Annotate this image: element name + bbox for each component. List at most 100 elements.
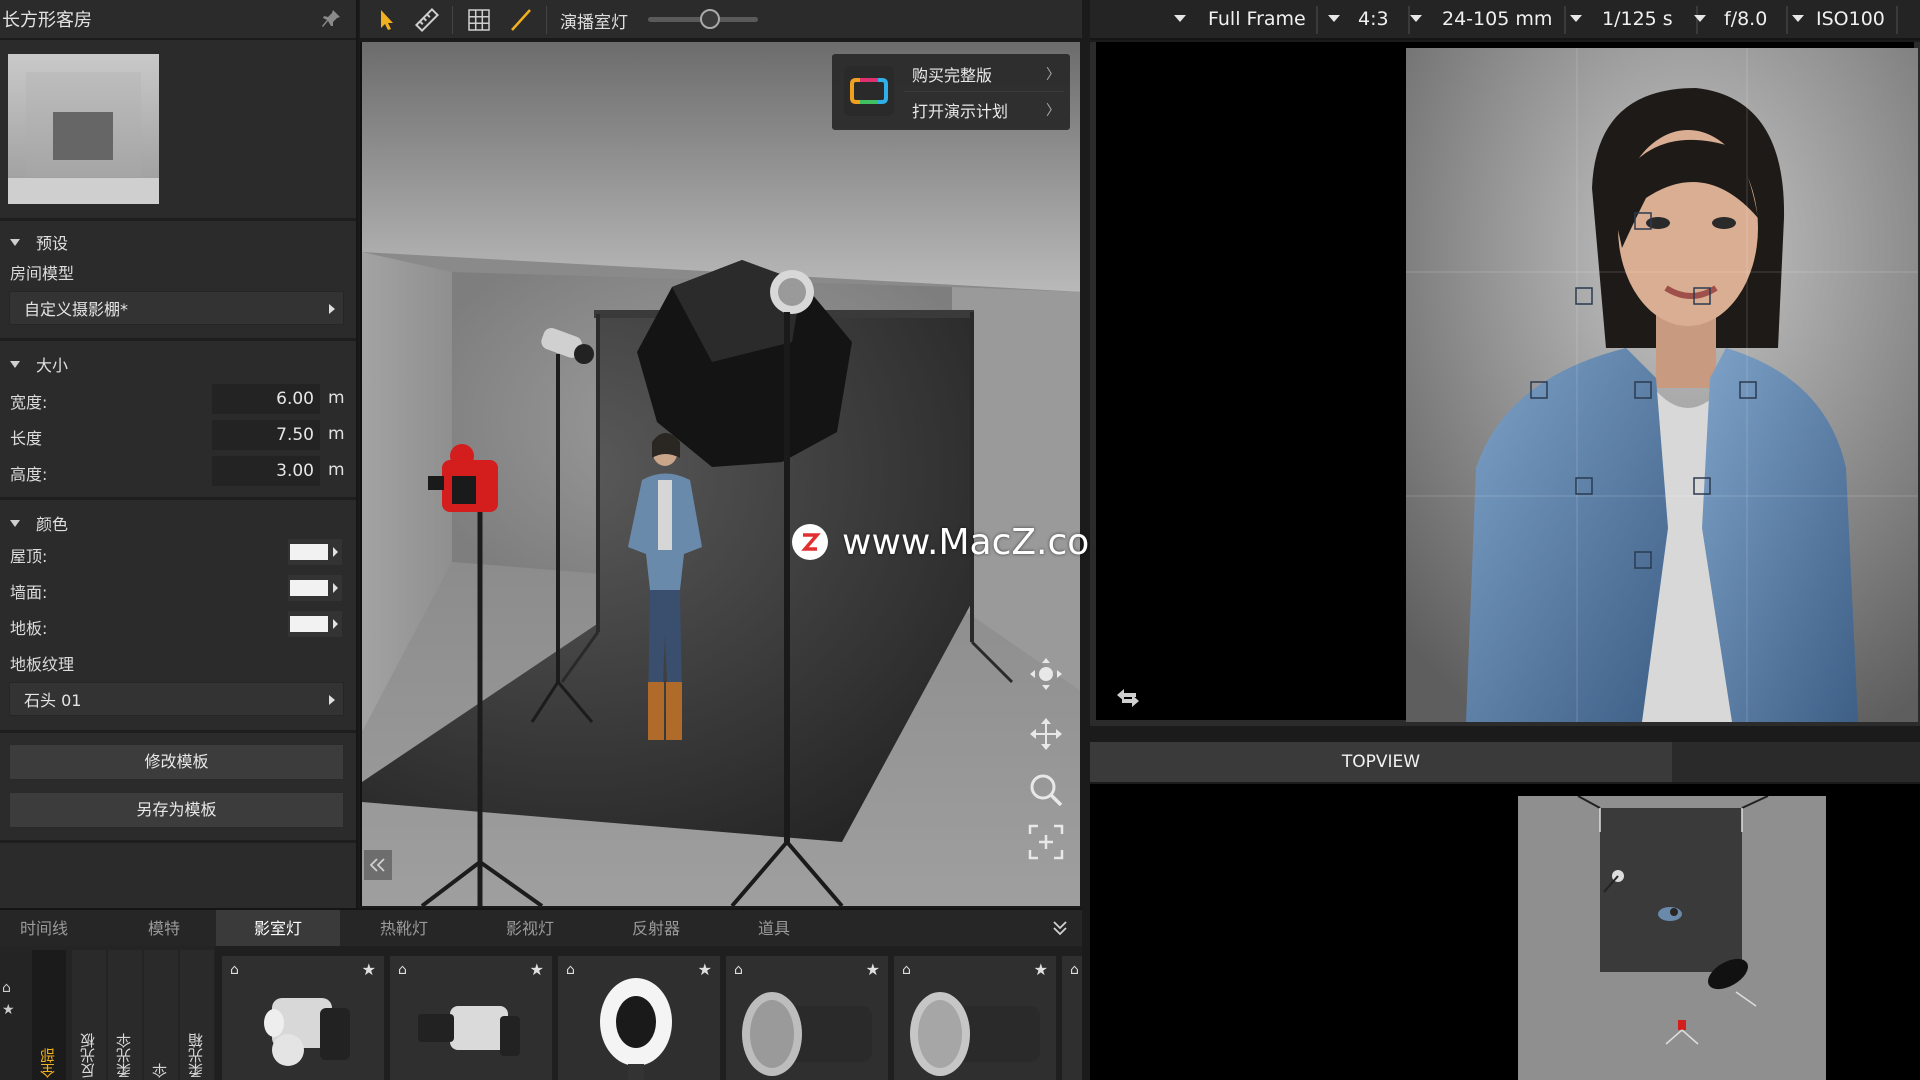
light-library: ⌂ ★ 全部 反光板 柔光伞 伞 柔光箱 ⌂ ★ ⌂ ★ ⌂ ★ ⌂ ★ ⌂ ★… [0,946,1082,1080]
floor-color-label: 地板: [10,619,48,638]
library-item-strobe-black[interactable]: ⌂ ★ [390,956,552,1080]
room-model-label: 房间模型 [10,264,75,283]
library-tab-bar: 时间线 模特 影室灯 热靴灯 影视灯 反射器 道具 [0,908,1082,948]
preset-section-header[interactable]: 预设 [10,230,68,254]
tab-timeline[interactable]: 时间线 [0,910,88,948]
floor-texture-dropdown[interactable]: 石头 01 [9,682,344,716]
pan-move-icon[interactable] [1026,714,1066,754]
3d-viewport[interactable]: 购买完整版〉 打开演示计划〉 [360,42,1080,906]
tab-props[interactable]: 道具 [722,910,826,948]
category-reflector-board[interactable]: 反光板 [72,950,106,1080]
library-item-reflector-dish-2[interactable]: ⌂ ★ [894,956,1056,1080]
star-icon[interactable]: ★ [2,1002,15,1018]
favorite-star-icon[interactable]: ★ [362,960,376,979]
width-unit: m [328,388,345,408]
library-item-ring-light[interactable]: ⌂ ★ [558,956,720,1080]
watermark-text: www.MacZ.com [842,521,1125,563]
favorite-star-icon[interactable]: ★ [530,960,544,979]
width-input[interactable]: 6.00 [212,384,320,414]
category-diffuser-umbrella[interactable]: 柔光伞 [108,950,142,1080]
chevron-right-icon: 〉 [1046,103,1060,119]
open-demo-plan-link[interactable]: 打开演示计划〉 [904,92,1064,128]
collapse-triangle-icon [10,519,20,527]
panel-title: 长方形客房 [2,10,92,31]
length-unit: m [328,424,345,444]
aspect-dropdown-icon[interactable] [1328,15,1340,22]
studio-light-slider-knob[interactable] [700,9,720,29]
size-section-header[interactable]: 大小 [10,352,68,376]
frame-focus-icon[interactable] [1026,822,1066,862]
height-input[interactable]: 3.00 [212,456,320,486]
camera-settings-bar: Full Frame 4:3 24-105 mm 1/125 s f/8.0 I… [1090,0,1920,40]
camera-photo-preview [1406,48,1918,722]
lens-dropdown-icon[interactable] [1410,15,1422,22]
ruler-icon[interactable] [414,7,440,33]
home-icon: ⌂ [398,962,407,978]
room-model-dropdown[interactable]: 自定义摄影棚* [9,291,344,325]
tab-models[interactable]: 模特 [110,910,218,948]
wall-color-label: 墙面: [10,583,48,602]
top-view-panel[interactable] [1090,784,1920,1080]
home-icon: ⌂ [230,962,239,978]
home-icon[interactable]: ⌂ [2,980,11,996]
edit-template-button[interactable]: 修改模板 [9,744,344,780]
ceiling-color-swatch[interactable] [288,539,342,565]
shutter-dropdown-icon[interactable] [1570,15,1582,22]
app-logo-icon [844,66,894,116]
camera-preview[interactable] [1090,42,1920,726]
orbit-icon[interactable] [1026,654,1066,694]
shutter-speed-select[interactable]: 1/125 s [1602,0,1673,38]
pin-icon[interactable] [320,8,342,30]
swap-view-icon[interactable] [1114,686,1142,710]
home-icon: ⌂ [1070,962,1079,978]
aperture-select[interactable]: f/8.0 [1724,0,1767,38]
home-icon: ⌂ [902,962,911,978]
favorite-star-icon[interactable]: ★ [698,960,712,979]
category-all[interactable]: 全部 [32,950,66,1080]
studio-scene-render [362,42,1080,906]
category-softbox[interactable]: 柔光箱 [180,950,214,1080]
floor-color-swatch[interactable] [288,611,342,637]
library-item-reflector-dish-1[interactable]: ⌂ ★ [726,956,888,1080]
iso-dropdown-icon[interactable] [1792,15,1804,22]
tab-topview[interactable]: TOPVIEW [1090,742,1672,782]
width-label: 宽度: [10,393,48,412]
category-umbrella[interactable]: 伞 [144,950,178,1080]
strobe-white-image [264,998,350,1066]
tab-video-lights[interactable]: 影视灯 [478,910,582,948]
save-as-template-button[interactable]: 另存为模板 [9,792,344,828]
collapse-triangle-icon [10,238,20,246]
collapse-triangle-icon [10,360,20,368]
grid-icon[interactable] [466,7,492,33]
tab-speedlights[interactable]: 热靴灯 [350,910,458,948]
reflector-dish-image [742,992,872,1076]
collapse-panel-button[interactable] [364,850,392,880]
aspect-ratio-select[interactable]: 4:3 [1358,0,1389,38]
zoom-magnifier-icon[interactable] [1026,770,1066,810]
light-beam-icon[interactable] [508,7,534,33]
room-thumbnail[interactable] [8,54,159,204]
library-item-partial[interactable]: ⌂ [1062,956,1082,1080]
panel-title-bar: 长方形客房 [0,0,356,40]
sensor-format-select[interactable]: Full Frame [1208,0,1306,38]
length-input[interactable]: 7.50 [212,420,320,450]
sensor-dropdown-icon[interactable] [1174,15,1186,22]
select-arrow-icon[interactable] [374,7,400,33]
wall-color-swatch[interactable] [288,575,342,601]
buy-full-version-link[interactable]: 购买完整版〉 [904,56,1064,92]
promo-popup: 购买完整版〉 打开演示计划〉 [832,54,1070,130]
aperture-dropdown-icon[interactable] [1694,15,1706,22]
favorite-star-icon[interactable]: ★ [1034,960,1048,979]
studio-light-label: 演播室灯 [560,13,628,33]
double-chevron-down-icon[interactable] [1050,918,1070,938]
lens-select[interactable]: 24-105 mm [1442,0,1552,38]
tab-reflectors[interactable]: 反射器 [604,910,708,948]
floor-texture-label: 地板纹理 [10,655,75,674]
tab-studio-lights[interactable]: 影室灯 [216,910,340,948]
favorite-star-icon[interactable]: ★ [866,960,880,979]
top-view-map [1518,796,1826,1080]
iso-select[interactable]: ISO100 [1816,0,1885,38]
library-item-strobe-white[interactable]: ⌂ ★ [222,956,384,1080]
color-section-header[interactable]: 颜色 [10,511,68,535]
ring-light-image [600,978,672,1080]
